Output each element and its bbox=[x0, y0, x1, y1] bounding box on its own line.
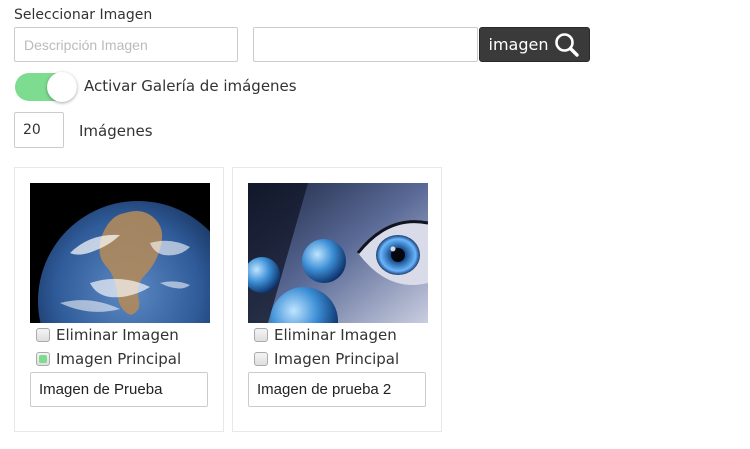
image-thumbnail-earth[interactable] bbox=[30, 183, 210, 323]
image-count-input[interactable] bbox=[14, 112, 64, 148]
main-image-checkbox[interactable] bbox=[36, 352, 50, 366]
search-icon bbox=[555, 32, 580, 57]
image-thumbnail-eye[interactable] bbox=[248, 183, 428, 323]
select-image-button[interactable]: imagen bbox=[479, 27, 590, 62]
delete-image-label: Eliminar Imagen bbox=[274, 326, 397, 344]
image-card: Eliminar Imagen Imagen Principal bbox=[232, 167, 442, 432]
delete-image-checkbox[interactable] bbox=[254, 328, 268, 342]
gallery-toggle[interactable] bbox=[15, 72, 77, 102]
delete-image-label: Eliminar Imagen bbox=[56, 326, 179, 344]
image-name-input[interactable] bbox=[30, 372, 208, 407]
image-path-input[interactable] bbox=[253, 27, 478, 62]
image-name-input[interactable] bbox=[248, 372, 426, 407]
section-label: Seleccionar Imagen bbox=[14, 7, 153, 23]
delete-image-checkbox[interactable] bbox=[36, 328, 50, 342]
description-input[interactable] bbox=[14, 27, 238, 62]
main-image-label: Imagen Principal bbox=[56, 350, 182, 368]
select-image-button-label: imagen bbox=[488, 35, 549, 54]
gallery-toggle-label: Activar Galería de imágenes bbox=[84, 77, 297, 95]
main-image-label: Imagen Principal bbox=[274, 350, 400, 368]
toggle-knob bbox=[47, 72, 77, 102]
main-image-checkbox[interactable] bbox=[254, 352, 268, 366]
image-card: Eliminar Imagen Imagen Principal bbox=[14, 167, 224, 432]
image-count-label: Imágenes bbox=[79, 122, 153, 140]
